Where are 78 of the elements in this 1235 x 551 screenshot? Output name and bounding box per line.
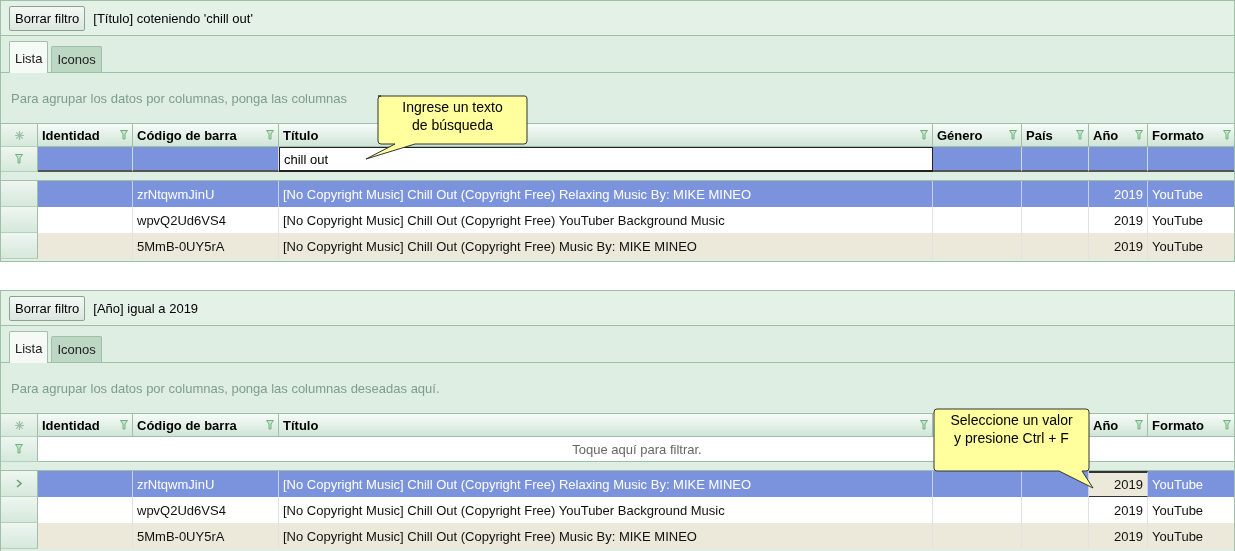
clear-filter-button[interactable]: Borrar filtro <box>9 5 86 31</box>
filter-cell[interactable] <box>1022 147 1089 172</box>
row-header[interactable] <box>1 233 38 259</box>
table-cell: [No Copyright Music] Chill Out (Copyright Free) Relaxing Music By: MIKE MINEO <box>279 471 933 497</box>
filter-cell[interactable] <box>1089 147 1148 172</box>
column-header-label: Código de barra <box>137 417 237 433</box>
filter-icon[interactable] <box>1223 420 1231 430</box>
table-cell <box>1022 181 1089 207</box>
column-header-label: Formato <box>1152 417 1204 433</box>
column-header-label: Título <box>283 127 319 143</box>
table-cell: [No Copyright Music] Chill Out (Copyright Free) Music By: MIKE MINEO <box>279 233 933 259</box>
column-header[interactable]: País <box>1022 123 1089 147</box>
filter-icon[interactable] <box>120 420 128 430</box>
filter-input-field[interactable]: chill out <box>279 147 933 172</box>
filter-icon[interactable] <box>266 130 274 140</box>
column-header[interactable]: Año <box>1089 123 1148 147</box>
filter-icon[interactable] <box>1135 130 1143 140</box>
table-cell[interactable]: 2019 <box>1089 471 1148 497</box>
column-header[interactable]: Código de barra <box>133 123 279 147</box>
table-cell: YouTube <box>1148 233 1234 259</box>
filter-cell[interactable] <box>933 147 1022 172</box>
table-cell: [No Copyright Music] Chill Out (Copyright Free) Relaxing Music By: MIKE MINEO <box>279 181 933 207</box>
table-cell: YouTube <box>1148 181 1234 207</box>
table-cell[interactable]: 2019 <box>1089 233 1148 259</box>
column-header-label: País <box>1026 127 1053 143</box>
filter-icon[interactable] <box>1009 130 1017 140</box>
table-cell: 5MmB-0UY5rA <box>133 233 279 259</box>
filter-expression: [Año] igual a 2019 <box>93 300 199 316</box>
filter-icon[interactable] <box>120 130 128 140</box>
table-cell: zrNtqwmJinU <box>133 471 279 497</box>
column-header[interactable]: Género <box>933 123 1022 147</box>
column-header[interactable]: Código de barra <box>133 413 279 437</box>
filter-row-icon[interactable] <box>15 154 23 164</box>
row-header[interactable] <box>1 207 38 233</box>
column-header-label: Género <box>937 127 983 143</box>
column-header[interactable]: Formato <box>1148 413 1234 437</box>
row-header[interactable] <box>1 181 38 207</box>
column-header[interactable]: Título <box>279 413 933 437</box>
filter-icon[interactable] <box>1223 130 1231 140</box>
table-cell: YouTube <box>1148 523 1234 549</box>
row-header[interactable] <box>1 523 38 549</box>
column-header-label: Identidad <box>42 127 100 143</box>
table-cell: YouTube <box>1148 471 1234 497</box>
column-header-label: Identidad <box>42 417 100 433</box>
asterisk-icon <box>14 130 24 140</box>
filter-icon[interactable] <box>920 420 928 430</box>
asterisk-icon <box>14 420 24 430</box>
filter-icon[interactable] <box>1135 420 1143 430</box>
table-cell: [No Copyright Music] Chill Out (Copyright Free) Music By: MIKE MINEO <box>279 523 933 549</box>
tab[interactable]: Lista <box>9 331 49 363</box>
table-cell: zrNtqwmJinU <box>133 181 279 207</box>
hint-tooltip: Ingrese un texto de búsqueda <box>363 95 528 161</box>
filter-row-icon[interactable] <box>15 444 23 454</box>
tab[interactable]: Iconos <box>51 46 102 72</box>
group-by-hint: Para agrupar los datos por columnas, ponga las columnas <box>11 90 348 106</box>
tab[interactable]: Lista <box>9 41 49 73</box>
row-header[interactable] <box>1 497 38 523</box>
column-header[interactable]: Identidad <box>38 413 133 437</box>
filter-icon[interactable] <box>266 420 274 430</box>
column-header-label: Código de barra <box>137 127 237 143</box>
column-header[interactable]: Identidad <box>38 123 133 147</box>
filter-cell[interactable] <box>38 147 133 172</box>
column-header-label: Año <box>1093 127 1119 143</box>
row-header[interactable] <box>1 471 38 497</box>
column-header-label: Formato <box>1152 127 1204 143</box>
tab[interactable]: Iconos <box>51 336 102 362</box>
filter-expression: [Título] coteniendo 'chill out' <box>93 10 253 26</box>
clear-filter-button[interactable]: Borrar filtro <box>9 295 86 321</box>
filter-cell[interactable] <box>1148 147 1234 172</box>
column-header-label: Título <box>283 417 319 433</box>
filter-cell[interactable] <box>133 147 279 172</box>
column-header[interactable]: Formato <box>1148 123 1234 147</box>
table-cell <box>1022 233 1089 259</box>
table-cell: 5MmB-0UY5rA <box>133 523 279 549</box>
filter-icon[interactable] <box>920 130 928 140</box>
table-cell[interactable]: 2019 <box>1089 523 1148 549</box>
group-by-hint: Para agrupar los datos por columnas, ponga las columnas deseadas aquí. <box>11 380 440 396</box>
filter-icon[interactable] <box>1076 130 1084 140</box>
